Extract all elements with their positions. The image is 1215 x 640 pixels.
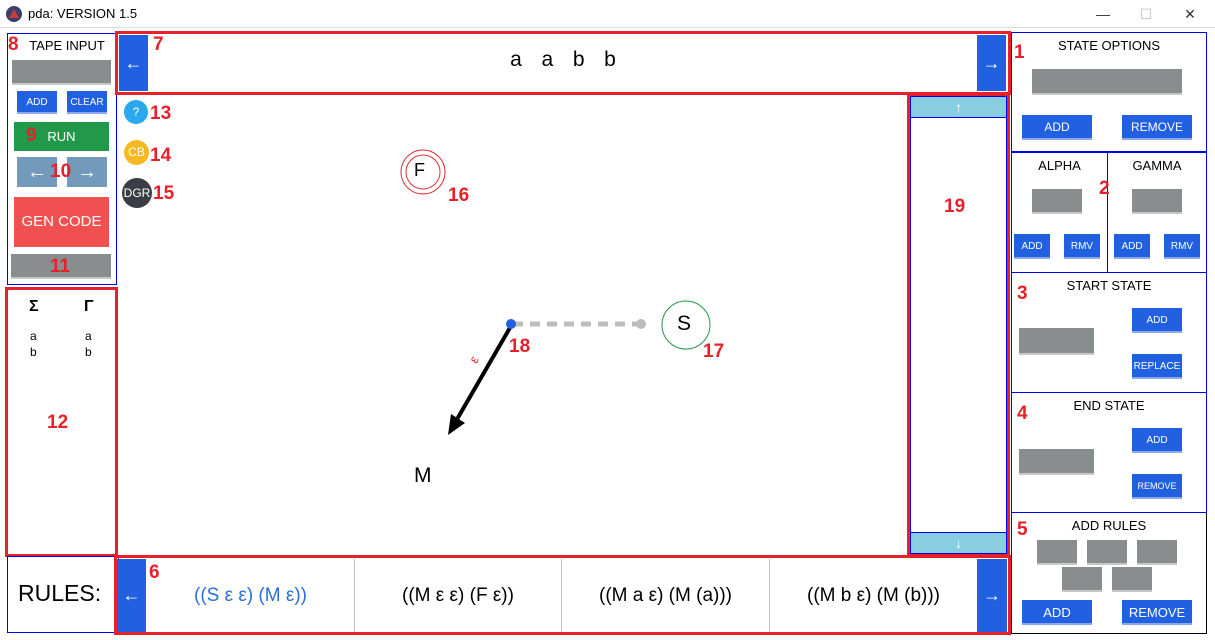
alpha-add-button[interactable]: ADD [1014,234,1050,259]
annotation-12: 12 [47,412,69,433]
arrow-left-icon: ← [124,53,143,73]
annotation-19: 19 [944,196,966,217]
gamma-list: a b [85,328,92,360]
alpha-title: ALPHA [1038,158,1081,173]
rule-state-field[interactable] [1037,540,1077,565]
end-state-title: END STATE [1073,398,1145,413]
start-state-add-button[interactable]: ADD [1132,308,1182,333]
rules-scroll-left-button[interactable]: ← [117,559,146,632]
annotation-2: 2 [1099,178,1110,199]
annotation-18: 18 [509,336,531,357]
gen-code-button[interactable]: GEN CODE [14,197,109,247]
state-name-field[interactable] [1032,69,1182,95]
sigma-symbol: a [30,329,37,343]
transition-arrow-line [454,324,513,423]
state-m-label[interactable]: M [414,464,432,488]
rule-item[interactable]: ((S ε ε) (M ε)) [147,559,355,632]
gamma-remove-button[interactable]: RMV [1164,234,1200,259]
tape-clear-button[interactable]: CLEAR [67,91,107,114]
rule-pop-field[interactable] [1137,540,1177,565]
alpha-field[interactable] [1032,189,1082,214]
stack-inner [910,96,1007,554]
rule-remove-button[interactable]: REMOVE [1122,600,1192,625]
annotation-17: 17 [703,341,725,362]
start-state-replace-button[interactable]: REPLACE [1132,354,1182,379]
transition-handle[interactable] [506,319,516,329]
end-state-add-button[interactable]: ADD [1132,428,1182,453]
gamma-add-button[interactable]: ADD [1114,234,1150,259]
window-title: pda: VERSION 1.5 [28,6,138,21]
stack-scroll-up-button[interactable]: ↑ [911,97,1006,118]
rules-scroll-right-button[interactable]: → [977,559,1007,632]
arrow-right-icon: → [983,585,1001,605]
annotation-9: 9 [26,125,37,146]
pda-graph [400,149,711,435]
rule-item[interactable]: ((M a ε) (M (a))) [562,559,770,632]
annotation-16: 16 [448,185,470,206]
tape-content: a a b b [510,48,616,71]
arrow-left-icon: ← [27,161,47,183]
sigma-header: Σ [29,298,39,315]
stack-scroll-down-button[interactable]: ↓ [911,532,1006,553]
alpha-remove-button[interactable]: RMV [1064,234,1100,259]
gamma-symbol: b [85,345,92,359]
rule-add-button[interactable]: ADD [1022,600,1092,625]
step-forward-button[interactable]: → [67,157,107,187]
sigma-symbol: b [30,345,37,359]
rule-item[interactable]: ((M b ε) (M (b))) [770,559,977,632]
state-remove-button[interactable]: REMOVE [1122,115,1192,140]
annotation-11: 11 [50,256,71,277]
start-state-title: START STATE [1066,278,1152,293]
gamma-symbol: a [85,329,92,343]
arrow-up-icon: ↑ [955,99,962,115]
tape-input-field[interactable] [12,60,111,85]
gamma-header: Γ [84,298,94,315]
rule-next-state-field[interactable] [1062,567,1102,592]
arrow-left-icon: ← [122,585,141,605]
rule-read-field[interactable] [1087,540,1127,565]
end-state-remove-button[interactable]: REMOVE [1132,474,1182,499]
arrow-down-icon: ↓ [955,535,962,551]
state-add-button[interactable]: ADD [1022,115,1092,140]
annotation-8: 8 [8,34,19,55]
rule-push-field[interactable] [1112,567,1152,592]
tape-input-label: TAPE INPUT [29,38,105,53]
add-rules-title: ADD RULES [1071,518,1147,533]
close-button[interactable]: ✕ [1175,4,1205,24]
tape-scroll-left-button[interactable]: ← [119,35,148,91]
minimize-button[interactable]: — [1088,4,1118,24]
tape-add-button[interactable]: ADD [17,91,57,114]
rule-item[interactable]: ((M ε ε) (F ε)) [355,559,562,632]
state-options-title: STATE OPTIONS [1057,38,1161,53]
annotation-7: 7 [153,34,164,55]
start-state-field[interactable] [1019,328,1094,355]
app-logo-icon [6,6,22,22]
state-f-label: F [414,160,425,180]
sigma-list: a b [30,328,37,360]
tape-scroll-right-button[interactable]: → [977,35,1006,91]
run-label: RUN [47,129,76,144]
rules-label: RULES: [18,580,102,606]
gamma-title: GAMMA [1132,158,1182,173]
arrow-right-icon: → [77,161,97,183]
state-s-label: S [677,312,692,335]
maximize-button[interactable]: ☐ [1131,4,1161,24]
end-state-field[interactable] [1019,449,1094,475]
title-bar: pda: VERSION 1.5 — ☐ ✕ [0,0,1215,28]
connector-end-dot [636,319,646,329]
annotation-10: 10 [50,161,72,182]
arrow-right-icon: → [982,53,1001,73]
gamma-field[interactable] [1132,189,1182,214]
